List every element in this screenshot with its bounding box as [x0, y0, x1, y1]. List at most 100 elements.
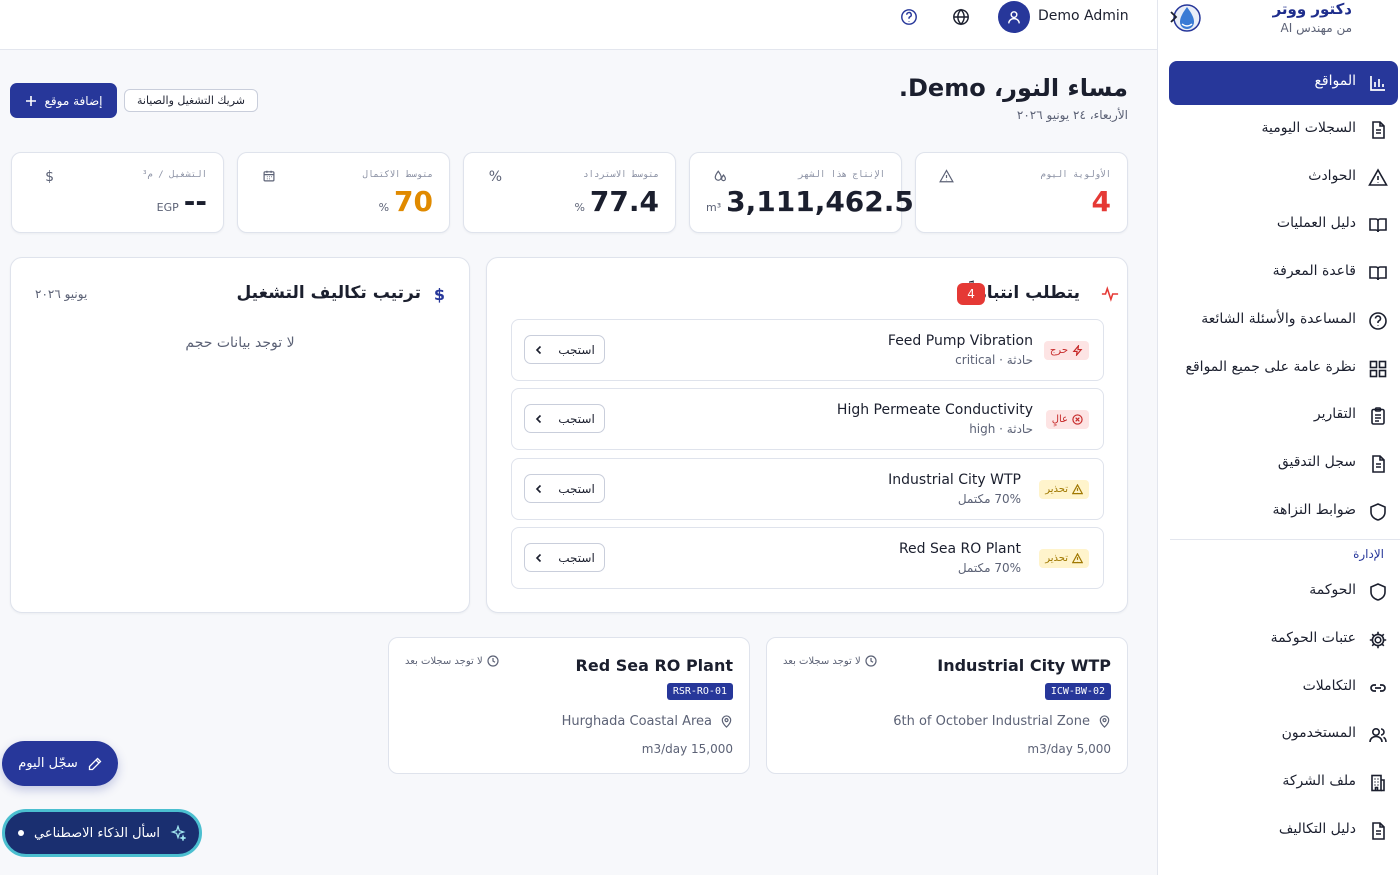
- user-name: Demo Admin: [1038, 8, 1129, 24]
- site-card-industrial-city[interactable]: Industrial City WTP ICW-BW-02 6th of Oct…: [766, 637, 1128, 774]
- respond-button[interactable]: استجب: [524, 474, 605, 503]
- chevron-left-icon: [534, 484, 544, 494]
- document-icon: [1368, 821, 1388, 841]
- ask-ai-label: اسأل الذكاء الاصطناعي: [33, 825, 161, 841]
- droplets-icon: [712, 169, 728, 185]
- costs-empty-state: لا توجد بيانات حجم: [185, 335, 295, 351]
- respond-button[interactable]: استجب: [524, 543, 605, 572]
- shield-icon: [1368, 502, 1388, 522]
- attention-title: يتطلب انتباهاً: [968, 283, 1080, 303]
- bar-chart-icon: [1368, 73, 1388, 93]
- site-location-text: Hurghada Coastal Area: [561, 714, 712, 729]
- stat-unit: EGP: [156, 201, 179, 214]
- brand-title: دكتور ووتر: [1272, 0, 1352, 18]
- sidebar-item-label: دليل التكاليف: [1278, 821, 1356, 837]
- brand-subtitle: من مهندس AI: [1280, 21, 1352, 35]
- add-site-label: إضافة موقع: [44, 93, 103, 108]
- sidebar-item-daily-logs[interactable]: السجلات اليومية: [1169, 108, 1398, 152]
- user-menu[interactable]: Demo Admin: [998, 1, 1129, 33]
- activity-icon: [1101, 285, 1119, 303]
- stat-label: الأولوية اليوم: [1040, 170, 1111, 180]
- stat-number: 70: [394, 185, 433, 218]
- alert-subtitle: حادثة · high: [969, 422, 1033, 436]
- sidebar-item-knowledge-base[interactable]: قاعدة المعرفة: [1169, 251, 1398, 295]
- om-partner-button[interactable]: شريك التشغيل والصيانة: [124, 89, 258, 112]
- sidebar-item-label: المواقع: [1314, 73, 1356, 89]
- user-avatar-icon: [998, 1, 1030, 33]
- stat-value: m³ 3,111,462.5: [706, 185, 914, 218]
- sidebar-item-label: قاعدة المعرفة: [1272, 263, 1356, 279]
- stat-number: 3,111,462.5: [726, 185, 914, 218]
- globe-icon[interactable]: [952, 8, 970, 26]
- stat-value: % 77.4: [574, 185, 659, 218]
- stat-unit: %: [378, 201, 390, 214]
- sidebar-item-reports[interactable]: التقارير: [1169, 394, 1398, 438]
- log-today-button[interactable]: سجّل اليوم: [2, 741, 118, 786]
- stat-value: 4: [1092, 185, 1111, 218]
- sidebar-item-integrity-controls[interactable]: ضوابط النزاهة: [1169, 490, 1398, 534]
- site-location: Hurghada Coastal Area: [562, 714, 733, 729]
- respond-button[interactable]: استجب: [524, 335, 605, 364]
- book-icon: [1368, 263, 1388, 283]
- sidebar-item-audit-log[interactable]: سجل التدقيق: [1169, 442, 1398, 486]
- stat-card-completion: متوسط الاكتمال % 70: [237, 152, 450, 233]
- sidebar-item-incidents[interactable]: الحوادث: [1169, 156, 1398, 200]
- clock-icon: [865, 655, 877, 667]
- sidebar-item-integrations[interactable]: التكاملات: [1169, 666, 1398, 710]
- sidebar-item-label: ملف الشركة: [1282, 773, 1356, 789]
- sidebar-item-label: ضوابط النزاهة: [1272, 502, 1356, 518]
- sidebar-item-label: دليل العمليات: [1276, 215, 1356, 231]
- sidebar-divider: [1170, 539, 1400, 540]
- dollar-icon: $: [433, 285, 445, 304]
- brand[interactable]: دكتور ووتر من مهندس AI: [1157, 0, 1400, 48]
- stat-unit: m³: [706, 201, 722, 214]
- help-icon: [1368, 311, 1388, 331]
- respond-label: استجب: [558, 411, 595, 426]
- sparkles-icon: [170, 825, 187, 841]
- chevron-right-icon[interactable]: [1165, 9, 1181, 25]
- stat-unit: %: [574, 201, 585, 214]
- ask-ai-button[interactable]: اسأل الذكاء الاصطناعي: [2, 809, 202, 857]
- lightning-icon: [1072, 345, 1083, 356]
- shield-icon: [1368, 582, 1388, 602]
- site-card-red-sea[interactable]: Red Sea RO Plant RSR-RO-01 Hurghada Coas…: [388, 637, 750, 774]
- sidebar-item-label: نظرة عامة على جميع المواقع: [1185, 359, 1356, 375]
- sidebar-item-company-profile[interactable]: ملف الشركة: [1169, 761, 1398, 805]
- costs-period: يونيو ٢٠٢٦: [35, 287, 88, 301]
- sidebar-item-users[interactable]: المستخدمون: [1169, 713, 1398, 757]
- sidebar-item-help-faq[interactable]: المساعدة والأسئلة الشائعة: [1169, 299, 1398, 343]
- chevron-left-icon: [534, 414, 544, 424]
- sidebar-item-all-sites-overview[interactable]: نظرة عامة على جميع المواقع: [1169, 347, 1398, 391]
- plus-icon: [25, 95, 37, 107]
- stat-value: % 70: [379, 185, 433, 218]
- attention-count-badge: 4: [957, 283, 985, 305]
- sidebar-item-operations-manual[interactable]: دليل العمليات: [1169, 203, 1398, 247]
- sidebar-item-cost-guide[interactable]: دليل التكاليف: [1169, 809, 1398, 853]
- sidebar-item-label: التكاملات: [1302, 678, 1356, 694]
- alert-subtitle: 70% مكتمل: [957, 492, 1021, 506]
- severity-label: تحذير: [1045, 553, 1068, 564]
- help-icon[interactable]: [900, 8, 918, 26]
- sidebar-section-admin: الإدارة: [1353, 547, 1384, 561]
- site-status-text: لا توجد سجلات بعد: [405, 655, 483, 667]
- severity-label: عالٍ: [1051, 414, 1068, 425]
- site-location: 6th of October Industrial Zone: [893, 714, 1111, 729]
- operating-costs-panel: $ ترتيب تكاليف التشغيل يونيو ٢٠٢٦ لا توج…: [10, 257, 470, 613]
- stat-card-recovery: متوسط الاسترداد % % 77.4: [463, 152, 676, 233]
- site-name: Red Sea RO Plant: [575, 656, 733, 675]
- alert-subtitle: 70% مكتمل: [957, 561, 1021, 575]
- book-icon: [1368, 215, 1388, 235]
- site-location-text: 6th of October Industrial Zone: [893, 714, 1090, 729]
- add-site-button[interactable]: إضافة موقع: [10, 83, 117, 118]
- severity-badge-high: عالٍ: [1045, 410, 1089, 429]
- sidebar-item-sites[interactable]: المواقع: [1169, 61, 1398, 105]
- sidebar-item-governance[interactable]: الحوكمة: [1169, 570, 1398, 614]
- users-icon: [1368, 725, 1388, 745]
- warning-icon: [1072, 553, 1083, 564]
- respond-button[interactable]: استجب: [524, 404, 605, 433]
- sidebar-item-label: الحوكمة: [1309, 582, 1356, 598]
- sidebar-item-governance-thresholds[interactable]: عتبات الحوكمة: [1169, 618, 1398, 662]
- alert-title: Feed Pump Vibration: [887, 333, 1033, 349]
- alert-row-permeate: عالٍ High Permeate Conductivity حادثة · …: [511, 388, 1104, 450]
- document-icon: [1368, 454, 1388, 474]
